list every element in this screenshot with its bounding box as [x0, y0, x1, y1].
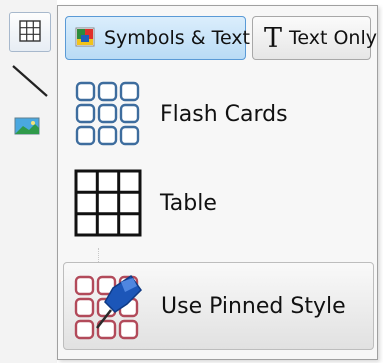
image-tool-button[interactable]: [11, 112, 49, 142]
symbol-color-icon: [74, 26, 98, 50]
text-only-label: Text Only: [289, 27, 378, 49]
table-grid-icon: [19, 20, 41, 42]
flash-cards-label: Flash Cards: [160, 101, 288, 127]
flash-cards-grid-icon: [72, 78, 144, 150]
menu-item-table[interactable]: Table: [63, 163, 374, 243]
use-pinned-style-label: Use Pinned Style: [161, 293, 346, 319]
table-tool-button[interactable]: [9, 12, 51, 52]
left-toolbar: [0, 0, 57, 363]
menu-separator: [98, 248, 99, 262]
menu-item-use-pinned-style[interactable]: Use Pinned Style: [63, 262, 374, 350]
symbols-and-text-button[interactable]: Symbols & Text: [65, 16, 250, 60]
picture-icon: [14, 117, 40, 135]
line-icon: [12, 65, 48, 97]
symbols-and-text-label: Symbols & Text: [104, 27, 250, 49]
table-grid-icon: [72, 167, 144, 239]
text-only-button[interactable]: T Text Only: [252, 16, 377, 60]
insert-popup-window: Symbols & Text T Text Only Flash Cards T…: [0, 0, 383, 363]
table-label: Table: [160, 190, 217, 216]
pinned-grid-icon: [73, 270, 145, 342]
line-tool-button[interactable]: [9, 60, 51, 102]
insert-style-menu: Symbols & Text T Text Only Flash Cards T…: [57, 5, 378, 360]
menu-item-flash-cards[interactable]: Flash Cards: [63, 74, 374, 154]
serif-t-icon: T: [264, 22, 283, 54]
